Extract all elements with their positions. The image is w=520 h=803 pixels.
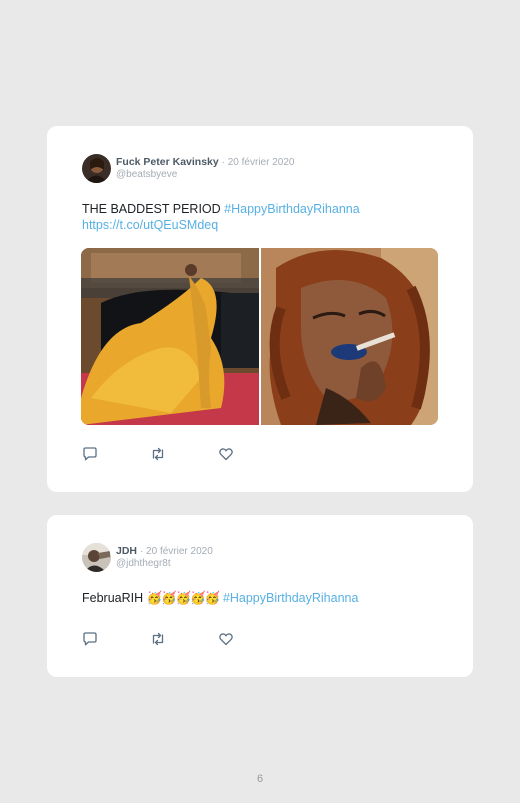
tweet-text: THE BADDEST PERIOD #HappyBirthdayRihanna… bbox=[82, 201, 443, 233]
user-handle[interactable]: @jdhthegr8t bbox=[116, 558, 213, 570]
tweet-header: JDH · 20 février 2020 @jdhthegr8t bbox=[82, 543, 213, 572]
tweet-body: FebruaRIH bbox=[82, 591, 147, 605]
hashtag-link[interactable]: #HappyBirthdayRihanna bbox=[224, 202, 360, 216]
tweet-date[interactable]: · 20 février 2020 bbox=[140, 546, 213, 557]
reply-icon[interactable] bbox=[82, 631, 98, 647]
page-number: 6 bbox=[256, 773, 264, 785]
like-icon[interactable] bbox=[218, 446, 234, 462]
tweet-media bbox=[81, 248, 438, 425]
media-image-1[interactable] bbox=[81, 248, 259, 425]
tweet-card-2: JDH · 20 février 2020 @jdhthegr8t Februa… bbox=[47, 515, 473, 677]
media-image-2[interactable] bbox=[261, 248, 438, 425]
party-face-emoji: 🥳🥳🥳🥳🥳 bbox=[146, 591, 221, 605]
like-icon[interactable] bbox=[218, 631, 234, 647]
reply-icon[interactable] bbox=[82, 446, 98, 462]
tweet-date[interactable]: · 20 février 2020 bbox=[222, 157, 295, 168]
tweet-card-1: Fuck Peter Kavinsky · 20 février 2020 @b… bbox=[47, 126, 473, 492]
retweet-icon[interactable] bbox=[150, 631, 166, 647]
user-handle[interactable]: @beatsbyeve bbox=[116, 169, 294, 181]
retweet-icon[interactable] bbox=[150, 446, 166, 462]
avatar[interactable] bbox=[82, 154, 111, 183]
display-name[interactable]: Fuck Peter Kavinsky bbox=[116, 156, 219, 168]
tweet-header: Fuck Peter Kavinsky · 20 février 2020 @b… bbox=[82, 154, 294, 183]
display-name[interactable]: JDH bbox=[116, 545, 137, 557]
tweet-url-link[interactable]: https://t.co/utQEuSMdeq bbox=[82, 218, 218, 232]
tweet-body: THE BADDEST PERIOD bbox=[82, 202, 225, 216]
hashtag-link[interactable]: #HappyBirthdayRihanna bbox=[223, 591, 359, 605]
tweet-text: FebruaRIH 🥳🥳🥳🥳🥳 #HappyBirthdayRihanna bbox=[82, 590, 443, 606]
tweet-actions bbox=[82, 631, 286, 647]
avatar[interactable] bbox=[82, 543, 111, 572]
tweet-actions bbox=[82, 446, 286, 462]
